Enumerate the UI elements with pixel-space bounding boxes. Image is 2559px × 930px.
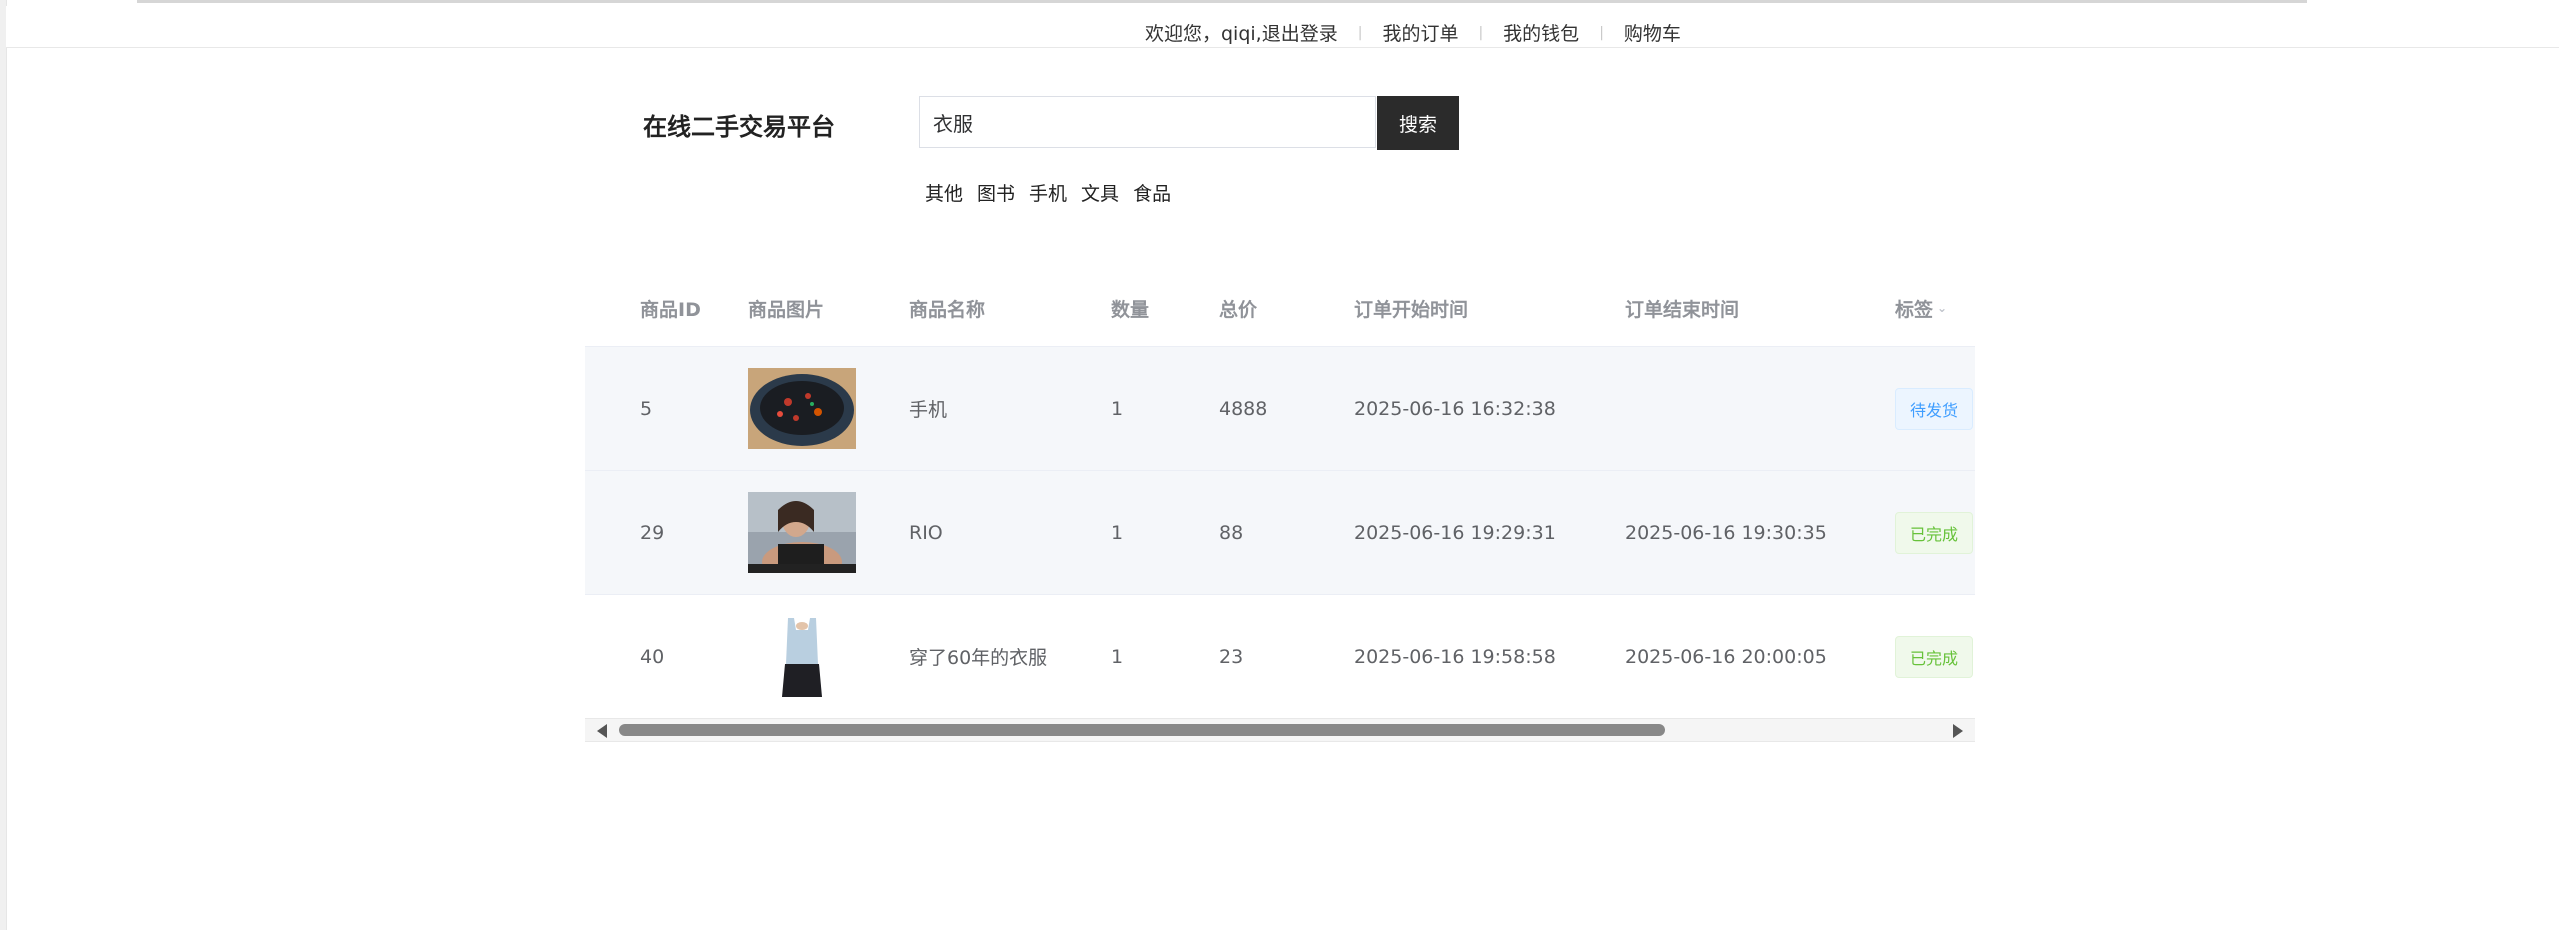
category-books[interactable]: 图书 — [977, 179, 1015, 206]
orders-table: 商品ID 商品图片 商品名称 数量 总价 订单开始时间 订单结束时间 标签 ⌄ … — [585, 270, 1975, 718]
chevron-down-icon[interactable]: ⌄ — [1937, 301, 1947, 315]
col-header-end: 订单结束时间 — [1625, 298, 1740, 321]
category-links: 其他 图书 手机 文具 食品 — [925, 179, 1171, 206]
category-other[interactable]: 其他 — [925, 179, 963, 206]
table-row[interactable]: 5 手机 1 4888 2025-06-16 16:32:38 待发货 — [585, 346, 1975, 470]
top-bar: 欢迎您，qiqi,退出登录 | 我的订单 | 我的钱包 | 购物车 — [6, 6, 2559, 48]
table-header: 商品ID 商品图片 商品名称 数量 总价 订单开始时间 订单结束时间 标签 ⌄ — [585, 270, 1975, 346]
welcome-logout-link[interactable]: 欢迎您，qiqi,退出登录 — [1145, 19, 1338, 46]
cell-qty: 1 — [1111, 645, 1124, 668]
cell-start-time: 2025-06-16 16:32:38 — [1354, 397, 1556, 420]
cell-id: 29 — [640, 521, 665, 544]
cell-name: 手机 — [909, 399, 948, 421]
col-header-id: 商品ID — [640, 298, 701, 321]
cell-end-time: 2025-06-16 19:30:35 — [1625, 521, 1827, 544]
status-badge: 已完成 — [1895, 511, 1974, 554]
cell-id: 40 — [640, 645, 665, 668]
my-orders-link[interactable]: 我的订单 — [1382, 19, 1458, 46]
product-image — [748, 616, 856, 697]
category-food[interactable]: 食品 — [1133, 179, 1171, 206]
search-button[interactable]: 搜索 — [1377, 96, 1459, 150]
arrow-left-icon[interactable] — [597, 724, 607, 738]
col-header-tag[interactable]: 标签 ⌄ — [1895, 270, 1947, 346]
col-header-tag-label: 标签 — [1895, 298, 1934, 321]
nav-separator: | — [1478, 24, 1484, 41]
cell-qty: 1 — [1111, 397, 1124, 420]
status-badge: 已完成 — [1895, 635, 1974, 678]
cell-tag: 已完成 — [1895, 595, 1974, 718]
top-nav: 欢迎您，qiqi,退出登录 | 我的订单 | 我的钱包 | 购物车 — [1145, 12, 1681, 53]
nav-separator: | — [1599, 24, 1604, 41]
col-header-image: 商品图片 — [748, 298, 825, 321]
search-input[interactable]: 衣服 — [919, 96, 1376, 148]
cart-link[interactable]: 购物车 — [1624, 19, 1681, 46]
cell-tag: 待发货 — [1895, 347, 1974, 470]
status-badge: 待发货 — [1895, 387, 1974, 430]
cell-tag: 已完成 — [1895, 471, 1974, 594]
cell-name: 穿了60年的衣服 — [909, 647, 1048, 669]
cell-qty: 1 — [1111, 521, 1124, 544]
nav-separator: | — [1357, 24, 1363, 41]
col-header-qty: 数量 — [1111, 298, 1150, 321]
cell-image — [748, 347, 856, 470]
product-image — [748, 492, 856, 573]
cell-start-time: 2025-06-16 19:58:58 — [1354, 645, 1556, 668]
browser-edge — [137, 0, 2307, 3]
cell-id: 5 — [640, 397, 653, 420]
cell-price: 4888 — [1219, 397, 1268, 420]
category-stationery[interactable]: 文具 — [1081, 179, 1119, 206]
window-edge — [0, 0, 7, 930]
cell-image — [748, 471, 856, 594]
table-row[interactable]: 40 穿了60年的衣服 1 23 2025-06-16 19:58:58 202… — [585, 594, 1975, 718]
cell-end-time: 2025-06-16 20:00:05 — [1625, 645, 1827, 668]
my-wallet-link[interactable]: 我的钱包 — [1503, 19, 1579, 46]
cell-name: RIO — [909, 521, 943, 544]
site-logo[interactable]: 在线二手交易平台 — [643, 107, 835, 142]
cell-start-time: 2025-06-16 19:29:31 — [1354, 521, 1556, 544]
arrow-right-icon[interactable] — [1953, 724, 1963, 738]
col-header-start: 订单开始时间 — [1354, 298, 1469, 321]
scrollbar-thumb[interactable] — [619, 724, 1665, 736]
col-header-name: 商品名称 — [909, 298, 986, 321]
cell-price: 23 — [1219, 645, 1244, 668]
col-header-price: 总价 — [1219, 298, 1258, 321]
category-phones[interactable]: 手机 — [1029, 179, 1067, 206]
table-row[interactable]: 29 RIO 1 88 2025-06-16 19:29:31 2025-06-… — [585, 470, 1975, 594]
cell-price: 88 — [1219, 521, 1244, 544]
product-image — [748, 368, 856, 449]
horizontal-scrollbar[interactable] — [585, 718, 1975, 742]
cell-image — [748, 595, 856, 718]
